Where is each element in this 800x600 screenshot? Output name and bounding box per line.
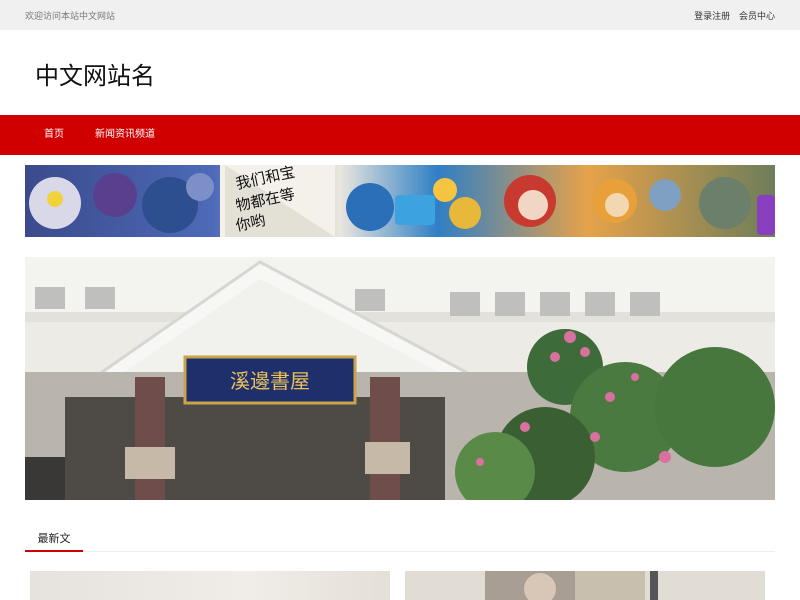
top-bar: 欢迎访问本站中文网站 登录注册 会员中心 (0, 0, 800, 30)
section-divider (25, 551, 775, 552)
hero-image[interactable]: 溪邊書屋 (25, 257, 775, 500)
nav-item-home[interactable]: 首页 (44, 115, 64, 155)
article-thumbnail[interactable] (30, 571, 390, 600)
main-nav: 首页 新闻资讯频道 (0, 115, 800, 155)
site-header: 中文网站名 (0, 30, 800, 115)
article-thumbnail[interactable] (405, 571, 765, 600)
section-title-underline (25, 550, 83, 552)
section-header: 最新文 (25, 522, 83, 552)
topbar-links: 登录注册 会员中心 (688, 9, 775, 22)
ad-banner-art: 我们和宝 物都在等 你哟 (25, 165, 775, 237)
hero-photo-art: 溪邊書屋 (25, 257, 775, 500)
game-ad-banner[interactable]: 我们和宝 物都在等 你哟 (25, 165, 775, 237)
member-center-link[interactable]: 会员中心 (739, 12, 775, 22)
hero-sign-text: 溪邊書屋 (230, 369, 310, 393)
topbar-tagline: 欢迎访问本站中文网站 (25, 12, 116, 22)
nav-item-news[interactable]: 新闻资讯频道 (95, 115, 155, 155)
login-link[interactable]: 登录注册 (694, 12, 730, 22)
section-title[interactable]: 最新文 (25, 530, 83, 546)
site-logo[interactable]: 中文网站名 (35, 56, 155, 91)
article-thumbnail-art (405, 571, 765, 600)
